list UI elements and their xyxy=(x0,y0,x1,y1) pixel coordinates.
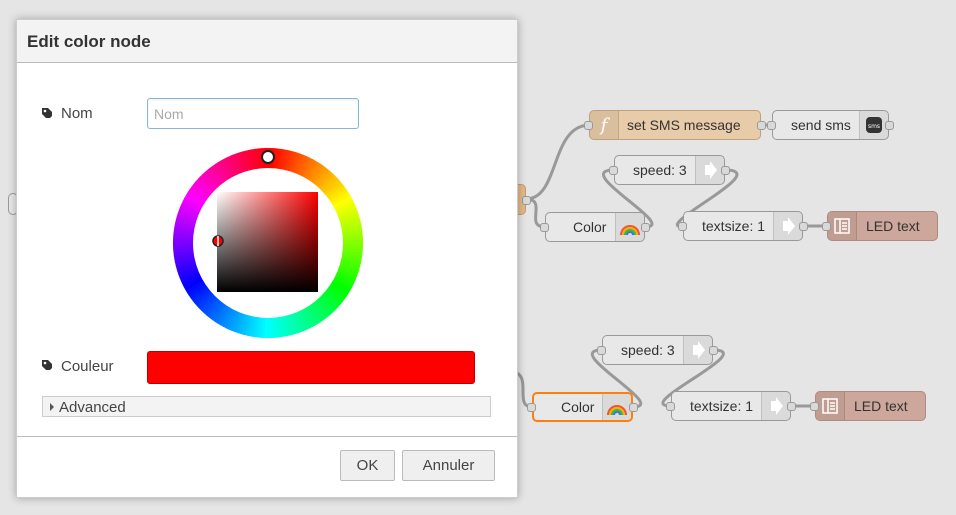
flow-node-set-sms-message[interactable]: f set SMS message xyxy=(584,110,766,140)
saturation-lightness-square[interactable] xyxy=(217,192,318,292)
output-port[interactable] xyxy=(885,121,894,130)
node-label: Color xyxy=(573,219,607,235)
input-port[interactable] xyxy=(597,346,606,355)
led-display-icon xyxy=(816,392,845,420)
input-port[interactable] xyxy=(540,223,549,232)
node-label: speed: 3 xyxy=(621,342,675,358)
node-label: LED text xyxy=(866,218,920,234)
caret-right-icon xyxy=(50,403,54,411)
name-label: Nom xyxy=(61,105,93,122)
flow-node-color-selected[interactable]: Color xyxy=(527,392,638,422)
output-port[interactable] xyxy=(522,196,531,205)
output-port[interactable] xyxy=(629,403,638,412)
function-icon: f xyxy=(590,111,619,139)
input-port[interactable] xyxy=(822,222,831,231)
cancel-button[interactable]: Annuler xyxy=(402,450,495,481)
edit-node-dialog: Edit color node Nom Couleur xyxy=(16,19,518,498)
svg-text:f: f xyxy=(599,115,611,136)
input-port[interactable] xyxy=(609,166,618,175)
tag-icon xyxy=(42,360,52,370)
wire xyxy=(515,371,534,409)
output-port[interactable] xyxy=(757,121,766,130)
node-label: textsize: 1 xyxy=(690,398,754,414)
input-port[interactable] xyxy=(767,121,776,130)
advanced-section-toggle[interactable]: Advanced xyxy=(42,396,491,417)
node-label: Color xyxy=(561,399,595,415)
arrow-right-icon xyxy=(683,336,712,364)
flow-node-led-text[interactable]: LED text xyxy=(822,211,938,241)
hue-handle[interactable] xyxy=(261,150,275,164)
rainbow-icon xyxy=(615,213,644,241)
sms-icon: sms xyxy=(859,111,888,139)
color-swatch[interactable] xyxy=(147,351,475,384)
output-port[interactable] xyxy=(799,222,808,231)
node-label: speed: 3 xyxy=(633,162,687,178)
output-port[interactable] xyxy=(641,223,650,232)
rainbow-icon xyxy=(602,394,631,420)
node-label: textsize: 1 xyxy=(702,218,766,234)
input-port[interactable] xyxy=(810,402,819,411)
flow-node-speed[interactable]: speed: 3 xyxy=(597,335,718,365)
name-input[interactable] xyxy=(147,98,359,129)
node-label: set SMS message xyxy=(627,117,741,133)
svg-text:sms: sms xyxy=(868,123,880,130)
flow-node-color[interactable]: Color xyxy=(540,212,650,242)
led-display-icon xyxy=(828,212,857,240)
dialog-title: Edit color node xyxy=(27,32,151,51)
input-port[interactable] xyxy=(678,222,687,231)
arrow-right-icon xyxy=(761,392,790,420)
tag-icon xyxy=(42,108,52,118)
arrow-right-icon xyxy=(695,156,724,184)
node-label: LED text xyxy=(854,398,908,414)
dialog-header: Edit color node xyxy=(17,20,517,63)
color-wheel-picker[interactable] xyxy=(173,148,363,338)
output-port[interactable] xyxy=(709,346,718,355)
advanced-label: Advanced xyxy=(59,399,126,416)
flow-node-speed[interactable]: speed: 3 xyxy=(609,155,730,185)
input-port[interactable] xyxy=(527,403,536,412)
color-label: Couleur xyxy=(61,358,114,375)
node-label: send sms xyxy=(791,117,851,133)
output-port[interactable] xyxy=(787,402,796,411)
arrow-right-icon xyxy=(773,212,802,240)
flow-node-textsize[interactable]: textsize: 1 xyxy=(678,211,808,241)
ok-button[interactable]: OK xyxy=(340,450,395,481)
flow-node-textsize[interactable]: textsize: 1 xyxy=(666,391,796,421)
output-port[interactable] xyxy=(721,166,730,175)
flow-node-led-text[interactable]: LED text xyxy=(810,391,926,421)
input-port[interactable] xyxy=(584,121,593,130)
dialog-footer: OK Annuler xyxy=(17,436,517,498)
flow-node-send-sms[interactable]: send sms sms xyxy=(767,110,894,140)
wire xyxy=(524,123,592,201)
input-port[interactable] xyxy=(666,402,675,411)
